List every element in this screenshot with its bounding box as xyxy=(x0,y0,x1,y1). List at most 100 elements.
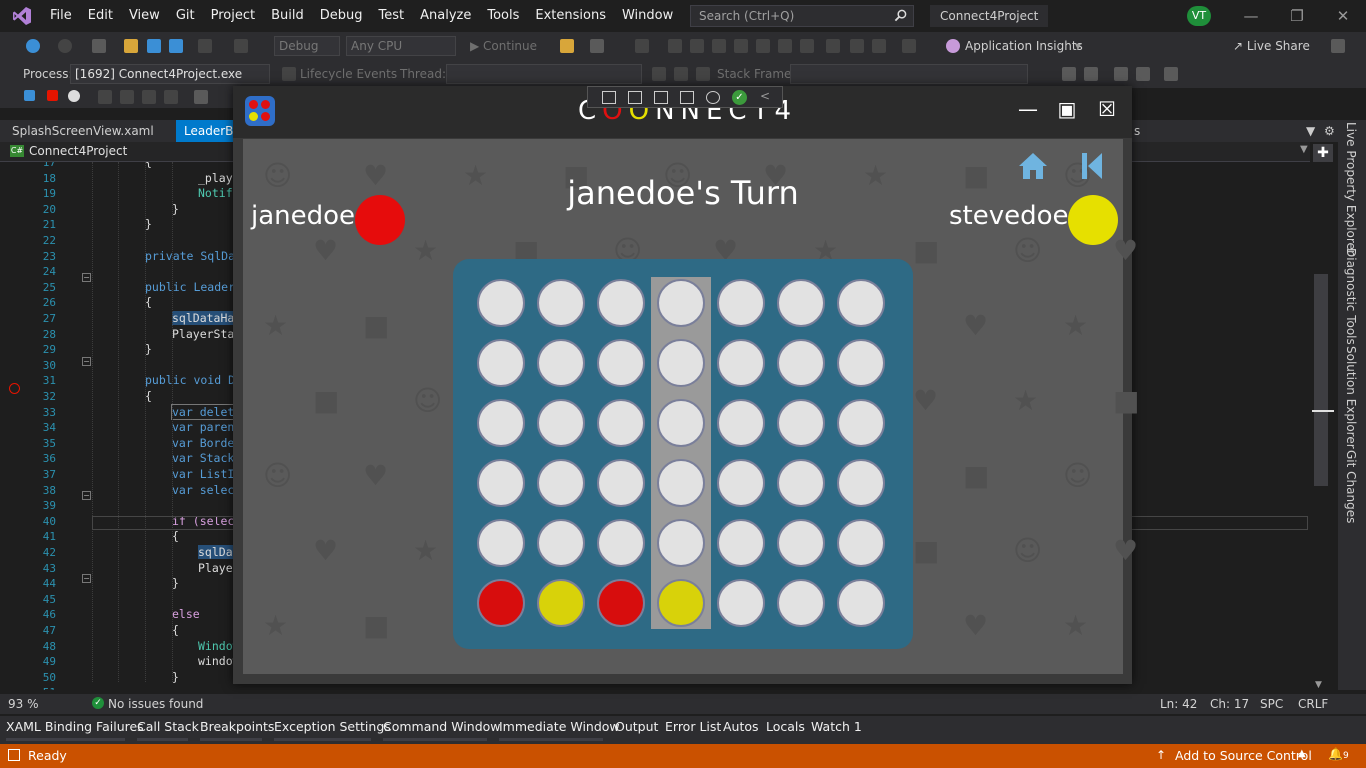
board-cell-empty[interactable] xyxy=(537,339,585,387)
code-line[interactable]: { xyxy=(145,389,152,403)
feedback-icon[interactable] xyxy=(1331,39,1345,53)
platform-select[interactable]: Any CPU xyxy=(346,36,456,56)
board-cell-empty[interactable] xyxy=(477,399,525,447)
code-line[interactable]: var parent xyxy=(172,420,241,434)
save-icon[interactable] xyxy=(147,39,161,53)
code-line[interactable]: var delete xyxy=(170,403,243,420)
select-element-icon[interactable] xyxy=(628,91,642,104)
board-cell-empty[interactable] xyxy=(837,519,885,567)
whitespace-indicator[interactable]: SPC xyxy=(1260,697,1283,711)
board-cell-empty[interactable] xyxy=(837,459,885,507)
tab-live-property-explorer[interactable]: Live Property Explorer xyxy=(1344,122,1358,255)
collapse-icon[interactable]: − xyxy=(82,491,91,500)
app-maximize-button[interactable]: ▣ xyxy=(1055,98,1079,122)
menu-project[interactable]: Project xyxy=(203,0,263,32)
menu-file[interactable]: File xyxy=(42,0,80,32)
avatar[interactable]: VT xyxy=(1187,6,1211,26)
new-project-icon[interactable] xyxy=(92,39,106,53)
application-insights-button[interactable]: Application Insights xyxy=(965,32,1083,60)
board-cell-empty[interactable] xyxy=(777,399,825,447)
code-line[interactable]: var selec xyxy=(172,483,234,497)
code-line[interactable]: sqlDataHan xyxy=(172,311,242,325)
process-select[interactable]: [1692] Connect4Project.exe xyxy=(70,64,270,84)
board-cell-empty[interactable] xyxy=(477,459,525,507)
board-cell-empty[interactable] xyxy=(717,519,765,567)
output-icon[interactable] xyxy=(8,749,20,761)
scroll-down-icon[interactable]: ▼ xyxy=(1315,680,1322,690)
project-scope-select[interactable]: Connect4Project xyxy=(29,144,127,158)
board-cell-empty[interactable] xyxy=(477,339,525,387)
lifecycle-events-select[interactable]: Lifecycle Events xyxy=(300,60,397,88)
hot-reload-icon[interactable] xyxy=(635,39,649,53)
menu-debug[interactable]: Debug xyxy=(312,0,371,32)
notifications-icon[interactable]: 🔔9 xyxy=(1328,747,1349,761)
filter-icon[interactable] xyxy=(652,67,666,81)
bookmark-icon[interactable] xyxy=(1164,67,1178,81)
tab-locals[interactable]: Locals xyxy=(766,716,805,738)
board-cell-empty[interactable] xyxy=(477,519,525,567)
code-line[interactable]: public Leader xyxy=(145,280,235,294)
board-cell-empty[interactable] xyxy=(837,339,885,387)
find-icon[interactable] xyxy=(850,39,864,53)
board-cell-empty[interactable] xyxy=(837,279,885,327)
code-line[interactable]: { xyxy=(172,623,179,637)
code-line[interactable]: } xyxy=(172,576,179,590)
tab-immediate-window[interactable]: Immediate Window xyxy=(499,716,620,738)
board-cell-yellow[interactable] xyxy=(537,579,585,627)
code-line[interactable]: { xyxy=(172,529,179,543)
refresh-icon[interactable] xyxy=(756,39,770,53)
tab-command-window[interactable]: Command Window xyxy=(383,716,501,738)
visual-studio-logo-icon[interactable] xyxy=(12,6,32,26)
board-cell-empty[interactable] xyxy=(717,339,765,387)
step-over-icon[interactable] xyxy=(690,39,704,53)
menu-analyze[interactable]: Analyze xyxy=(412,0,479,32)
reload-icon[interactable] xyxy=(800,39,814,53)
board-cell-empty[interactable] xyxy=(837,399,885,447)
tab-call-stack[interactable]: Call Stack xyxy=(137,716,199,738)
board-cell-empty[interactable] xyxy=(717,459,765,507)
tab-splashscreenview[interactable]: SplashScreenView.xaml xyxy=(4,120,162,142)
code-line[interactable]: private SqlDat xyxy=(145,249,242,263)
skip-back-icon[interactable] xyxy=(1081,151,1103,181)
open-folder-icon[interactable] xyxy=(124,39,138,53)
line-ending-indicator[interactable]: CRLF xyxy=(1298,697,1328,711)
member-dropdown-icon[interactable]: ▼ xyxy=(1300,144,1308,155)
outdent-icon[interactable] xyxy=(1084,67,1098,81)
hex-display-icon[interactable] xyxy=(194,90,208,104)
menu-build[interactable]: Build xyxy=(263,0,312,32)
indent-icon[interactable] xyxy=(1062,67,1076,81)
vertical-scrollbar[interactable]: ▼ xyxy=(1312,162,1334,692)
collapse-icon[interactable]: − xyxy=(82,273,91,282)
collapse-icon[interactable]: − xyxy=(82,357,91,366)
home-icon[interactable] xyxy=(1017,151,1049,181)
code-line[interactable]: } xyxy=(172,670,179,684)
board-cell-empty[interactable] xyxy=(537,459,585,507)
board-cell-empty[interactable] xyxy=(657,519,705,567)
minimize-button[interactable]: — xyxy=(1228,0,1274,32)
line-indicator[interactable]: Ln: 42 xyxy=(1160,697,1197,711)
step-into-debug-icon[interactable] xyxy=(120,90,134,104)
restart-icon[interactable] xyxy=(734,39,748,53)
search-input[interactable]: Search (Ctrl+Q) xyxy=(690,5,914,27)
menu-edit[interactable]: Edit xyxy=(80,0,121,32)
step-over-debug-icon[interactable] xyxy=(142,90,156,104)
step-out-debug-icon[interactable] xyxy=(164,90,178,104)
board-cell-empty[interactable] xyxy=(537,279,585,327)
restart-debug-icon[interactable] xyxy=(68,90,80,102)
board-cell-empty[interactable] xyxy=(477,279,525,327)
board-cell-red[interactable] xyxy=(597,579,645,627)
code-line[interactable]: { xyxy=(145,162,152,169)
board-cell-empty[interactable] xyxy=(597,339,645,387)
code-line[interactable]: } xyxy=(145,342,152,356)
add-to-source-control-button[interactable]: Add to Source Control xyxy=(1175,748,1312,763)
code-line[interactable]: var Stack xyxy=(172,451,234,465)
board-cell-empty[interactable] xyxy=(777,579,825,627)
board-cell-empty[interactable] xyxy=(777,459,825,507)
split-editor-icon[interactable]: ✚ xyxy=(1313,144,1333,162)
column-indicator[interactable]: Ch: 17 xyxy=(1210,697,1249,711)
board-cell-red[interactable] xyxy=(477,579,525,627)
close-button[interactable]: ✕ xyxy=(1320,0,1366,32)
forward-icon[interactable] xyxy=(58,39,72,53)
scrollbar-thumb[interactable] xyxy=(1314,274,1328,486)
comment-icon[interactable] xyxy=(1114,67,1128,81)
